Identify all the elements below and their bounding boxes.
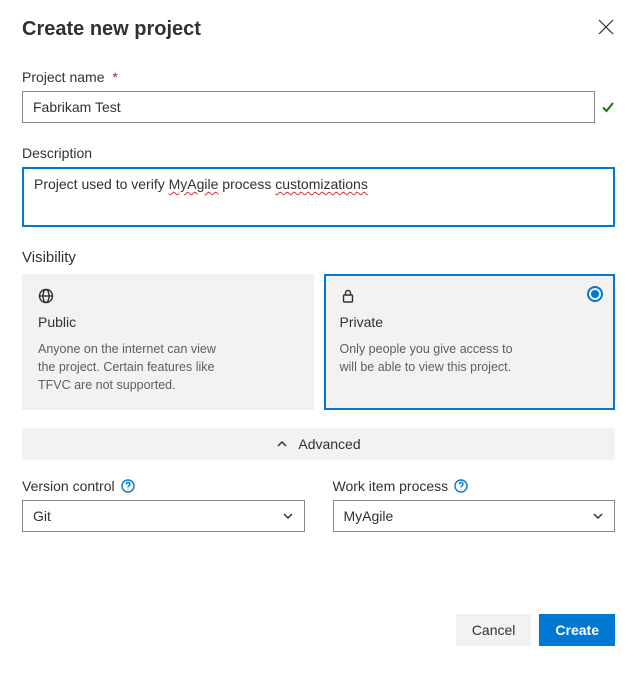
dialog-title: Create new project: [22, 18, 201, 41]
chevron-down-icon: [282, 510, 294, 522]
lock-icon: [340, 288, 356, 304]
chevron-up-icon: [276, 438, 288, 450]
close-icon[interactable]: [597, 18, 615, 36]
version-control-select[interactable]: Git: [22, 500, 305, 532]
visibility-option-public[interactable]: Public Anyone on the internet can view t…: [22, 274, 314, 410]
work-item-process-select[interactable]: MyAgile: [333, 500, 616, 532]
visibility-option-private[interactable]: Private Only people you give access to w…: [324, 274, 616, 410]
radio-selected-icon: [587, 286, 603, 302]
visibility-public-desc: Anyone on the internet can view the proj…: [38, 340, 218, 394]
visibility-private-title: Private: [340, 314, 600, 330]
create-button[interactable]: Create: [539, 614, 615, 646]
valid-check-icon: [601, 100, 615, 114]
description-label: Description: [22, 145, 615, 161]
help-icon[interactable]: [121, 479, 135, 493]
chevron-down-icon: [592, 510, 604, 522]
cancel-button[interactable]: Cancel: [456, 614, 532, 646]
globe-icon: [38, 288, 54, 304]
project-name-input[interactable]: [22, 91, 595, 123]
visibility-private-desc: Only people you give access to will be a…: [340, 340, 520, 376]
visibility-label: Visibility: [22, 249, 615, 266]
advanced-toggle[interactable]: Advanced: [22, 428, 615, 460]
work-item-process-label: Work item process: [333, 478, 616, 494]
description-input[interactable]: Project used to verify MyAgile process c…: [22, 167, 615, 227]
project-name-label: Project name*: [22, 69, 615, 85]
help-icon[interactable]: [454, 479, 468, 493]
version-control-label: Version control: [22, 478, 305, 494]
visibility-public-title: Public: [38, 314, 298, 330]
